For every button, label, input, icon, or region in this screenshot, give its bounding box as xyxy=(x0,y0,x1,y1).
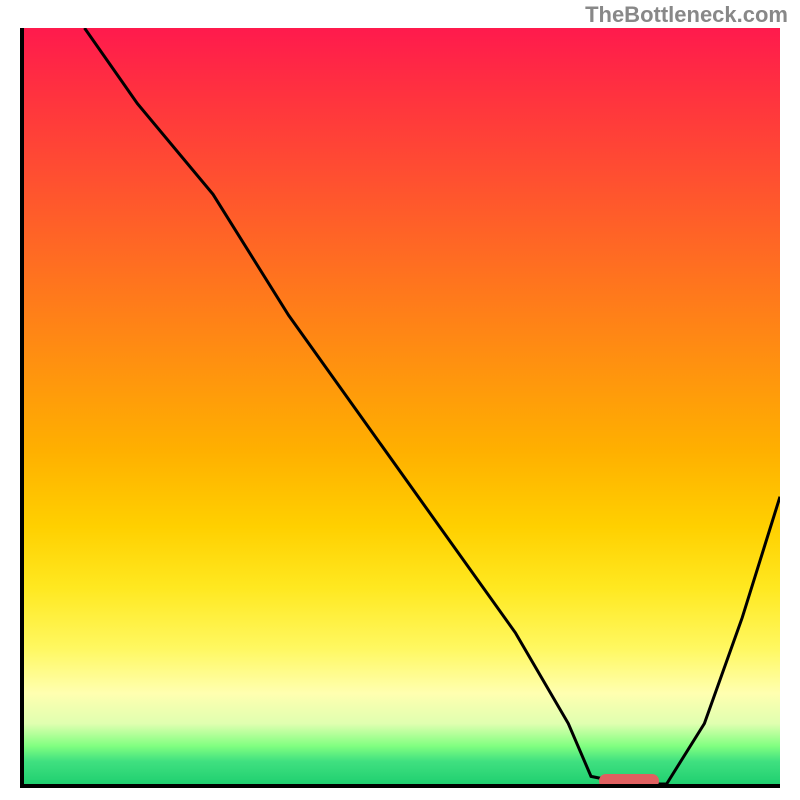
optimal-range-marker xyxy=(599,774,659,788)
plot-area xyxy=(20,28,780,788)
watermark-text: TheBottleneck.com xyxy=(585,2,788,28)
chart-container: TheBottleneck.com xyxy=(0,0,800,800)
bottleneck-curve xyxy=(24,28,780,784)
